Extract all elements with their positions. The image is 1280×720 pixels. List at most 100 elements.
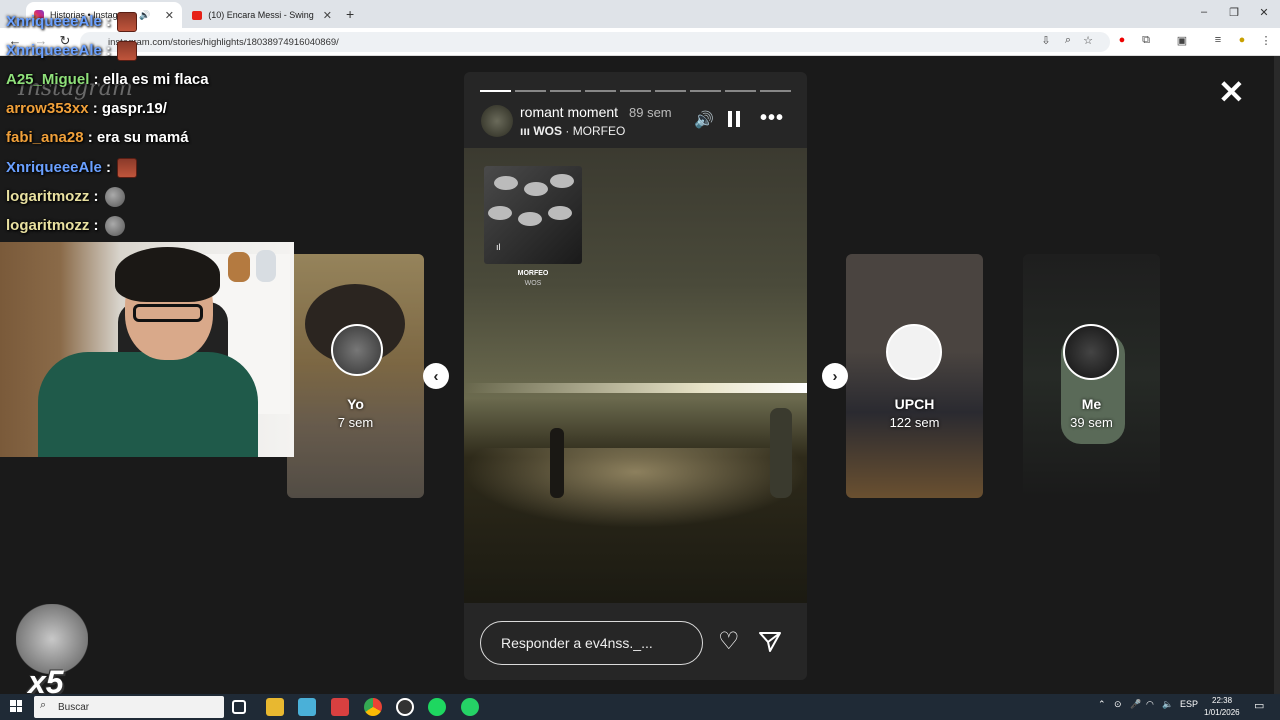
story-card-time: 7 sem [337,415,374,430]
tray-chevron-icon[interactable]: ⌃ [1098,699,1106,710]
chat-separator: : [101,158,116,176]
chat-username: A25_Miguel [6,71,90,88]
chat-message: A25_Miguel : ella es mi flaca [6,71,209,88]
queue-icon[interactable]: ≡ [1210,34,1226,46]
reply-input[interactable]: Responder a ev4nss._... [480,621,703,665]
story-avatar [886,324,942,380]
search-icon: ⌕ [40,699,47,711]
story-card-name: Me [1081,396,1102,412]
notifications-icon[interactable]: ▭ [1254,699,1264,712]
spotify-icon[interactable] [428,698,446,716]
language-indicator[interactable]: ESP [1180,699,1198,709]
taskbar-clock-date[interactable]: 1/01/2026 [1204,708,1240,717]
app-red-icon[interactable] [331,698,349,716]
scrollbar[interactable] [1274,56,1280,694]
story-progress-segment [550,90,581,92]
chat-username: logaritmozz [6,187,90,205]
story-username[interactable]: romant moment [520,104,618,120]
volume-icon[interactable]: 🔊 [694,110,714,130]
chat-text: era su mamá [96,129,189,146]
pause-icon[interactable] [728,111,740,128]
music-sticker[interactable]: ıl [484,166,582,264]
chat-emote-face-icon [117,158,138,178]
chat-separator: : [89,216,103,234]
music-bars-icon: ıl [496,242,501,252]
profile-avatar-icon[interactable]: ● [1234,34,1250,46]
windows-start-icon[interactable] [10,700,22,712]
story-progress-segment [620,90,651,92]
tab-youtube[interactable]: (10) Encara Messi - Swing Lynn ✕ [184,2,340,28]
story-card-me[interactable]: Me 39 sem [1023,254,1160,498]
browser-tab-bar: Historias • Instagram 🔊 ✕ (10) Encara Me… [0,0,1280,28]
chat-separator: : [88,100,102,117]
next-story-button[interactable]: › [822,363,848,389]
restore-button[interactable]: ❐ [1224,6,1244,19]
install-icon[interactable]: ⇩ [1038,34,1054,47]
chat-separator: : [89,187,103,205]
story-card-name: Yo [347,396,364,412]
story-avatar [331,324,383,376]
tray-volume-icon[interactable]: 🔈 [1162,699,1173,710]
chat-username: XnriqueeeAle [6,12,102,30]
file-explorer-icon[interactable] [266,698,284,716]
menu-kebab-icon[interactable]: ⋮ [1258,34,1274,47]
chat-emote-cat-icon [104,187,125,207]
url-input[interactable]: instagram.com/stories/highlights/1803897… [80,32,1110,52]
chat-separator: : [101,41,116,59]
chat-username: logaritmozz [6,216,90,234]
prev-story-button[interactable]: ‹ [423,363,449,389]
music-bars-icon: ııı [520,124,534,138]
chat-message: arrow353xx : gaspr.19/ [6,100,167,117]
streamer-webcam [0,242,294,457]
bookmark-star-icon[interactable]: ☆ [1080,34,1096,47]
whatsapp-icon[interactable] [461,698,479,716]
taskbar-clock-time[interactable]: 22:38 [1212,696,1232,705]
media-icon[interactable]: ▣ [1174,34,1190,47]
tray-mic-icon[interactable]: 🎤 [1130,699,1141,710]
chat-message: XnriqueeeAle : [6,12,138,32]
story-card-upch[interactable]: UPCH 122 sem [846,254,983,498]
tab-label: (10) Encara Messi - Swing Lynn [208,10,317,20]
chat-separator: : [83,129,97,146]
tray-network-icon[interactable]: ⊙ [1114,699,1122,710]
chat-message: XnriqueeeAle : [6,158,138,178]
chat-separator: : [89,71,103,88]
speaker-icon[interactable]: 🔊 [139,10,150,21]
chat-text: gaspr.19/ [101,100,167,117]
story-progress-segment [585,90,616,92]
new-tab-button[interactable]: + [346,6,354,22]
chrome-icon[interactable] [364,698,382,716]
story-card-yo[interactable]: Yo 7 sem [287,254,424,498]
chat-username: fabi_ana28 [6,129,84,146]
zoom-icon[interactable]: ⌕ [1060,34,1076,47]
story-card-time: 122 sem [889,415,940,430]
tray-wifi-icon[interactable]: ◠ [1146,699,1154,710]
story-timestamp: 89 sem [629,105,672,120]
taskbar-search-input[interactable]: Buscar [34,696,224,718]
store-icon[interactable] [298,698,316,716]
extensions-icon[interactable]: ⧉ [1138,34,1154,47]
chat-username: XnriqueeeAle [6,41,102,59]
send-paper-plane-icon[interactable] [758,630,782,654]
tab-close-icon[interactable]: ✕ [323,9,332,22]
task-view-icon[interactable] [232,700,246,714]
minimize-button[interactable]: – [1194,6,1214,18]
story-card-name: UPCH [894,396,935,412]
music-sticker-artist: WOS [524,280,542,287]
story-user-avatar[interactable] [481,105,513,137]
more-options-icon[interactable]: ••• [760,107,784,130]
youtube-favicon-icon [192,10,203,20]
story-progress-segment [760,90,791,92]
opera-icon[interactable]: ● [1114,34,1130,46]
story-music-label[interactable]: ııı WOS · MORFEO [520,124,625,138]
like-heart-icon[interactable]: ♡ [718,630,740,654]
window-close-button[interactable]: ✕ [1254,6,1274,19]
chat-emote-face-icon [117,12,138,32]
tab-close-icon[interactable]: ✕ [165,9,174,22]
chat-emote-cat-icon [104,216,125,236]
chat-message: XnriqueeeAle : [6,41,138,61]
obs-icon[interactable] [396,698,414,716]
story-progress-segment [725,90,756,92]
chat-username: XnriqueeeAle [6,158,102,176]
close-viewer-button[interactable]: ✕ [1218,76,1245,108]
